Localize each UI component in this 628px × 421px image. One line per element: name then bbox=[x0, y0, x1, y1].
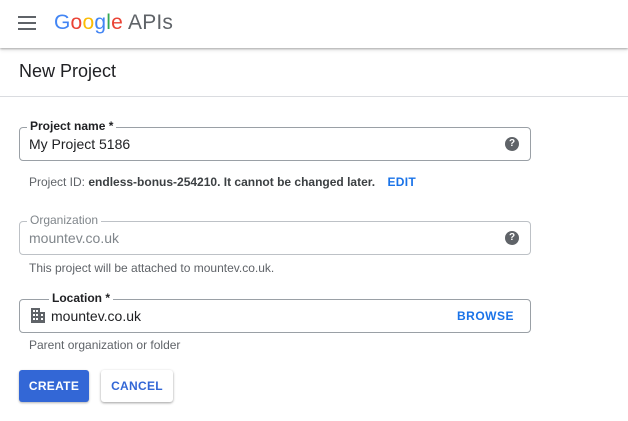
google-apis-logo[interactable]: Google APIs bbox=[54, 11, 173, 35]
location-field[interactable]: Location * mountev.co.uk BROWSE bbox=[19, 291, 531, 333]
project-id-hint: Project ID: endless-bonus-254210. It can… bbox=[29, 175, 416, 189]
cancel-button[interactable]: CANCEL bbox=[101, 370, 173, 402]
project-id-value: endless-bonus-254210 bbox=[88, 175, 218, 189]
top-app-bar: Google APIs bbox=[0, 0, 628, 48]
location-value: mountev.co.uk bbox=[51, 308, 142, 324]
location-hint: Parent organization or folder bbox=[29, 338, 181, 352]
help-icon[interactable]: ? bbox=[505, 231, 519, 245]
project-name-field[interactable]: Project name * My Project 5186 ? bbox=[19, 119, 531, 161]
create-button[interactable]: CREATE bbox=[19, 370, 89, 402]
project-id-prefix: Project ID: bbox=[29, 175, 86, 189]
location-label: Location * bbox=[49, 291, 114, 305]
page-title: New Project bbox=[19, 61, 117, 81]
organization-select[interactable]: mountev.co.uk bbox=[29, 230, 119, 246]
help-icon[interactable]: ? bbox=[505, 137, 519, 151]
building-icon bbox=[31, 308, 45, 323]
project-name-label: Project name * bbox=[27, 119, 117, 133]
organization-hint: This project will be attached to mountev… bbox=[29, 261, 275, 275]
project-id-note: . It cannot be changed later. bbox=[217, 175, 376, 189]
hamburger-menu-icon[interactable] bbox=[18, 15, 38, 31]
organization-label: Organization bbox=[27, 213, 102, 227]
project-name-input[interactable]: My Project 5186 bbox=[29, 136, 130, 152]
edit-project-id-link[interactable]: EDIT bbox=[387, 175, 416, 189]
organization-field[interactable]: Organization mountev.co.uk ? bbox=[19, 213, 531, 255]
header-divider bbox=[0, 96, 628, 97]
browse-button[interactable]: BROWSE bbox=[457, 309, 514, 323]
